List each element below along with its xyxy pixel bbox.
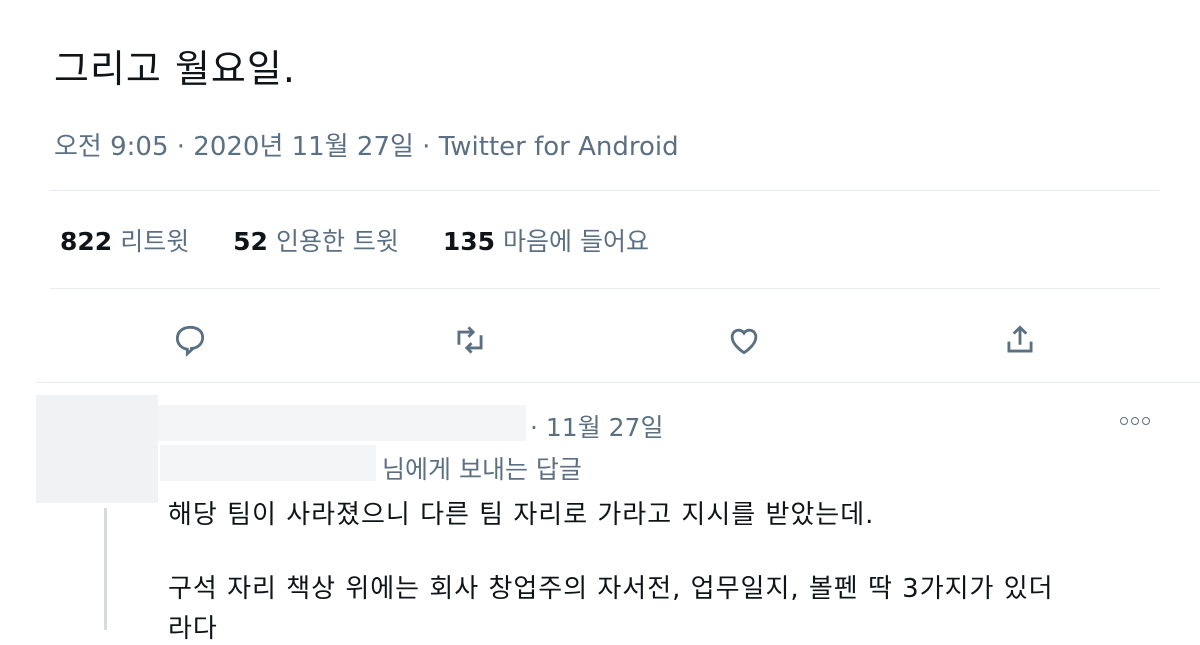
stat-label: 마음에 들어요 <box>503 227 649 256</box>
avatar[interactable] <box>36 395 158 503</box>
retweet-button[interactable] <box>448 318 492 362</box>
retweet-count[interactable]: 822 리트윗 <box>60 222 189 258</box>
share-icon <box>1007 325 1033 353</box>
reply-text-line: 해당 팀이 사라졌으니 다른 팀 자리로 가라고 지시를 받았는데. <box>168 500 875 530</box>
tweet-stats: 822 리트윗 52 인용한 트윗 135 마음에 들어요 <box>60 222 685 258</box>
stat-number: 822 <box>60 227 113 256</box>
reply-timestamp[interactable]: · 11월 27일 <box>530 408 663 444</box>
more-icon <box>1131 417 1139 425</box>
stat-number: 52 <box>233 227 268 256</box>
stat-number: 135 <box>442 227 496 256</box>
thread-line <box>104 508 107 630</box>
reply-author-name[interactable] <box>158 405 526 441</box>
divider <box>50 288 1160 289</box>
more-options-button[interactable] <box>1120 410 1160 434</box>
more-icon <box>1120 417 1128 425</box>
reply-text-line: 구석 자리 책상 위에는 회사 창업주의 자서전, 업무일지, 볼펜 딱 3가지… <box>168 574 1054 604</box>
reply-button[interactable] <box>168 318 212 362</box>
more-icon <box>1142 417 1150 425</box>
tweet-meta[interactable]: 오전 9:05 · 2020년 11월 27일 · Twitter for An… <box>54 126 679 163</box>
quote-count[interactable]: 52 인용한 트윗 <box>233 222 399 258</box>
reply-to-label: 님에게 보내는 답글 <box>382 455 582 484</box>
like-button[interactable] <box>722 318 766 362</box>
reply-text-line: 라다 <box>168 614 218 644</box>
like-count[interactable]: 135 마음에 들어요 <box>443 222 649 258</box>
share-button[interactable] <box>998 318 1042 362</box>
tweet-text: 그리고 월요일. <box>54 47 296 91</box>
reply-icon <box>175 325 205 358</box>
stat-label: 인용한 트윗 <box>275 227 399 256</box>
divider <box>36 382 1200 383</box>
divider <box>50 190 1160 191</box>
retweet-icon <box>457 326 483 354</box>
heart-icon <box>730 328 758 355</box>
reply-to-handle[interactable] <box>160 445 376 481</box>
stat-label: 리트윗 <box>120 227 190 256</box>
